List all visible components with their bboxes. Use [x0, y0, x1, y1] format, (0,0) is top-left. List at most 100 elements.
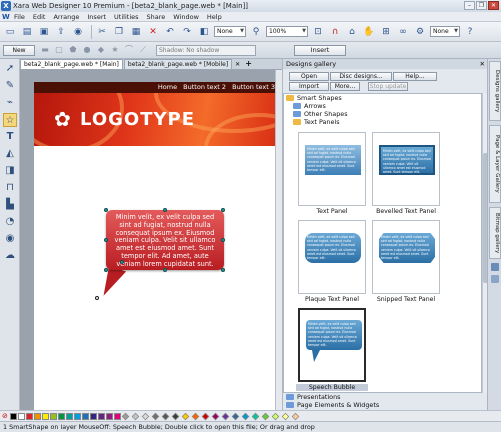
tree-folder-presentations[interactable]: Presentations — [286, 393, 340, 401]
document-canvas[interactable]: Home Button text 2 Button text 3 ✿ LOGOT… — [20, 70, 275, 410]
menu-utilities[interactable]: Utilities — [114, 13, 138, 21]
magnet-icon[interactable]: ∩ — [328, 25, 342, 39]
shape-option-icon[interactable]: ◆ — [96, 45, 106, 55]
color-swatch[interactable] — [151, 412, 160, 420]
color-swatch[interactable] — [97, 412, 105, 420]
menu-window[interactable]: Window — [173, 13, 199, 21]
close-tab-icon[interactable]: ✕ — [235, 60, 240, 69]
side-tab-designs-gallery[interactable]: Designs gallery — [489, 61, 501, 121]
color-swatch[interactable] — [25, 412, 33, 420]
export-icon[interactable]: ⇪ — [54, 25, 68, 39]
menu-insert[interactable]: Insert — [87, 13, 106, 21]
menu-share[interactable]: Share — [147, 13, 166, 21]
web-properties-icon[interactable]: ⚙ — [413, 25, 427, 39]
document-menu-icon[interactable]: W — [2, 13, 11, 21]
color-swatch[interactable] — [231, 412, 240, 420]
freehand-tool-icon[interactable]: ✎ — [3, 79, 17, 93]
link-icon[interactable]: ∞ — [396, 25, 410, 39]
maximize-button[interactable]: ❐ — [476, 1, 487, 10]
shape-editor-tool-icon[interactable]: ⌁ — [3, 96, 17, 110]
close-icon[interactable]: ✕ — [480, 59, 485, 69]
insert-button[interactable]: Insert — [294, 44, 346, 56]
tree-folder-page-elements[interactable]: Page Elements & Widgets — [286, 401, 379, 409]
menu-file[interactable]: File — [14, 13, 25, 21]
help-button[interactable]: Help... — [393, 72, 437, 81]
color-swatch[interactable] — [281, 412, 290, 420]
contour-tool-icon[interactable]: ◔ — [3, 215, 17, 229]
thumb-bevelled-text-panel[interactable]: Minim velit, ex velit culpa sed sint ad … — [372, 132, 440, 206]
new-document-icon[interactable]: ▭ — [3, 25, 17, 39]
color-swatch[interactable] — [181, 412, 190, 420]
lock-icon[interactable]: ⌂ — [345, 25, 359, 39]
fill-tool-icon[interactable]: ◭ — [3, 147, 17, 161]
canvas-scrollbar[interactable] — [275, 70, 282, 410]
close-button[interactable]: ✕ — [488, 1, 499, 10]
help-icon[interactable]: ? — [463, 25, 477, 39]
gallery-tree[interactable]: Smart Shapes Arrows Other Shapes Text Pa… — [283, 93, 482, 393]
color-swatch[interactable] — [251, 412, 260, 420]
copy-icon[interactable]: ❐ — [112, 25, 126, 39]
selection-handle[interactable] — [163, 268, 167, 272]
curve-shape-icon[interactable]: ⌒ — [124, 45, 134, 55]
star-shape-icon[interactable]: ★ — [110, 45, 120, 55]
gallery-icon[interactable] — [491, 275, 499, 283]
cut-icon[interactable]: ✂ — [95, 25, 109, 39]
gallery-icon[interactable] — [491, 263, 499, 271]
color-swatch[interactable] — [57, 412, 65, 420]
thumb-speech-bubble[interactable]: Minim velit, ex velit culpa sed sint ad … — [298, 308, 366, 382]
text-tool-icon[interactable]: T — [3, 130, 17, 144]
color-swatch[interactable] — [73, 412, 81, 420]
tab-main[interactable]: beta2_blank_page.web * [Main] — [20, 59, 123, 69]
nav-item-home[interactable]: Home — [158, 83, 177, 91]
color-swatch[interactable] — [171, 412, 180, 420]
add-tab-icon[interactable]: + — [245, 59, 252, 69]
color-swatch[interactable] — [211, 412, 220, 420]
bevel-tool-icon[interactable]: ◉ — [3, 232, 17, 246]
rounded-shape-icon[interactable]: ▢ — [54, 45, 64, 55]
line-shape-icon[interactable]: ⟋ — [138, 45, 148, 55]
speech-bubble-shape[interactable]: Minim velit, ex velit culpa sed sint ad … — [94, 200, 225, 310]
selection-handle[interactable] — [104, 268, 108, 272]
selection-handle[interactable] — [120, 260, 124, 264]
side-tab-page-layer-gallery[interactable]: Page & Layer Gallery — [489, 125, 501, 203]
tail-handle[interactable] — [95, 296, 99, 300]
minimize-button[interactable]: – — [464, 1, 475, 10]
color-swatch[interactable] — [201, 412, 210, 420]
tab-mobile[interactable]: beta2_blank_page.web * [Mobile] — [123, 59, 233, 69]
color-swatch[interactable] — [65, 412, 73, 420]
menu-help[interactable]: Help — [207, 13, 222, 21]
transparency-icon[interactable]: ◧ — [197, 25, 211, 39]
color-swatch[interactable] — [131, 412, 140, 420]
selection-handle[interactable] — [104, 238, 108, 242]
circle-shape-icon[interactable]: ● — [82, 45, 92, 55]
shadow-tool-icon[interactable]: ▙ — [3, 198, 17, 212]
selection-handle[interactable] — [104, 208, 108, 212]
color-swatch[interactable] — [41, 412, 49, 420]
tree-folder-other-shapes[interactable]: Other Shapes — [284, 110, 481, 118]
new-button[interactable]: New — [3, 44, 35, 56]
selection-handle[interactable] — [221, 208, 225, 212]
color-swatch[interactable] — [161, 412, 170, 420]
color-swatch[interactable] — [113, 412, 121, 420]
color-swatch[interactable] — [191, 412, 200, 420]
side-tab-bitmap-gallery[interactable]: Bitmap gallery — [489, 207, 501, 259]
color-swatch[interactable] — [271, 412, 280, 420]
thumb-snipped-text-panel[interactable]: Minim velit, ex velit culpa sed sint ad … — [372, 220, 440, 294]
quickshape-tool-icon[interactable]: ☆ — [3, 113, 17, 127]
polygon-shape-icon[interactable]: ⬟ — [68, 45, 78, 55]
import-button[interactable]: Import — [289, 82, 329, 91]
nav-item-3[interactable]: Button text 3 — [232, 83, 275, 91]
color-swatch[interactable] — [9, 412, 17, 420]
paste-icon[interactable]: ▦ — [129, 25, 143, 39]
style-combo[interactable]: None ▼ — [430, 26, 460, 37]
nav-item-2[interactable]: Button text 2 — [183, 83, 226, 91]
more-button[interactable]: More... — [330, 82, 360, 91]
color-swatch[interactable] — [81, 412, 89, 420]
color-swatch[interactable] — [221, 412, 230, 420]
web-page[interactable]: Home Button text 2 Button text 3 ✿ LOGOT… — [34, 82, 275, 410]
disc-designs-button[interactable]: Disc designs... — [330, 72, 392, 81]
tree-folder-arrows[interactable]: Arrows — [284, 102, 481, 110]
grid-icon[interactable]: ⊞ — [379, 25, 393, 39]
selection-handle[interactable] — [163, 208, 167, 212]
redo-icon[interactable]: ↷ — [180, 25, 194, 39]
